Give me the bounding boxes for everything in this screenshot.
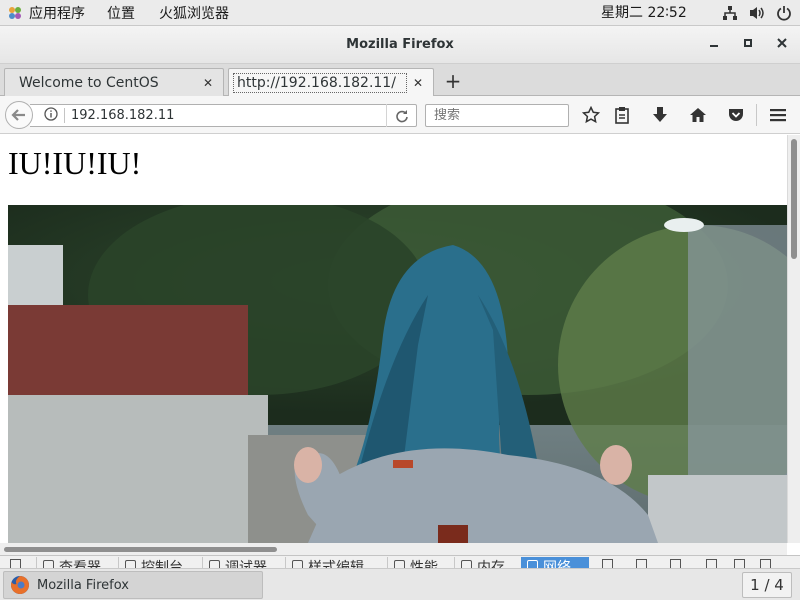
pocket-icon — [729, 109, 743, 121]
reload-button[interactable] — [386, 104, 416, 127]
back-button[interactable] — [5, 101, 33, 129]
devtools-tab-label: 调试器 — [225, 560, 267, 568]
power-icon — [777, 6, 791, 21]
devtools-pick-icon[interactable] — [10, 559, 21, 568]
horizontal-scroll-thumb[interactable] — [4, 547, 277, 552]
places-label: 位置 — [107, 5, 135, 22]
applications-label: 应用程序 — [29, 5, 85, 22]
network-icon — [527, 560, 538, 568]
taskbar-item-firefox[interactable]: Mozilla Firefox — [3, 571, 263, 599]
back-arrow-icon — [11, 109, 25, 121]
devtools-tab-inspector[interactable]: 查看器 — [36, 557, 101, 568]
close-window-button[interactable] — [772, 35, 792, 55]
minimize-button[interactable] — [704, 35, 724, 55]
star-icon — [582, 106, 600, 124]
page-content: IU!IU!IU! — [0, 135, 787, 543]
devtools-tab-debugger[interactable]: 调试器 — [202, 557, 267, 568]
bookmark-star-button[interactable] — [580, 105, 602, 125]
applications-icon — [9, 6, 21, 19]
places-menu[interactable]: 位置 — [93, 0, 143, 26]
window-titlebar[interactable]: Mozilla Firefox — [0, 26, 800, 64]
url-input[interactable] — [65, 108, 386, 123]
volume-icon — [750, 7, 764, 19]
vertical-scroll-thumb[interactable] — [791, 139, 797, 259]
toolbar-separator — [756, 104, 757, 126]
console-icon — [125, 560, 136, 568]
devtools-tab-console[interactable]: 控制台 — [118, 557, 183, 568]
downloads-button[interactable] — [649, 105, 671, 125]
download-arrow-icon — [653, 107, 667, 122]
workspace-indicator[interactable]: 1 / 4 — [742, 572, 792, 598]
window-title: Mozilla Firefox — [346, 37, 454, 52]
pocket-button[interactable] — [725, 105, 747, 125]
devtools-option-icon[interactable] — [760, 559, 771, 568]
devtools-toolbar: 查看器 控制台 调试器 样式编辑 性能 内存 网络 — [0, 555, 800, 568]
home-icon — [690, 108, 706, 122]
firefox-icon — [10, 576, 29, 594]
tab-active-page[interactable]: http://192.168.182.11/ ✕ — [228, 68, 434, 97]
memory-icon — [461, 560, 472, 568]
page-heading: IU!IU!IU! — [8, 145, 142, 181]
gnome-top-bar: 应用程序 位置 火狐浏览器 星期二 22∶52 — [0, 0, 800, 26]
active-app-label: 火狐浏览器 — [159, 5, 229, 22]
maximize-button[interactable] — [738, 35, 758, 55]
search-input[interactable] — [430, 108, 604, 123]
site-info-icon[interactable] — [38, 106, 64, 125]
reading-list-button[interactable] — [611, 105, 633, 125]
hamburger-menu-icon — [770, 109, 786, 122]
taskbar: Mozilla Firefox 1 / 4 — [0, 568, 800, 600]
taskbar-item-label: Mozilla Firefox — [37, 577, 129, 593]
devtools-tab-label: 控制台 — [141, 560, 183, 568]
devtools-tab-performance[interactable]: 性能 — [387, 557, 438, 568]
performance-icon — [394, 560, 405, 568]
applications-menu[interactable]: 应用程序 — [0, 0, 93, 26]
devtools-tab-label: 内存 — [477, 560, 505, 568]
close-icon — [777, 38, 787, 48]
devtools-option-icon[interactable] — [734, 559, 745, 568]
devtools-option-icon[interactable] — [670, 559, 681, 568]
devtools-tab-label: 网络 — [543, 560, 571, 568]
system-menu[interactable] — [722, 0, 792, 26]
clock[interactable]: 星期二 22∶52 — [601, 0, 687, 26]
tab-welcome-centos[interactable]: Welcome to CentOS ✕ — [4, 68, 224, 96]
devtools-tab-label: 查看器 — [59, 560, 101, 568]
active-app-menu[interactable]: 火狐浏览器 — [143, 0, 237, 26]
tab-label: Welcome to CentOS — [19, 74, 159, 91]
debugger-icon — [209, 560, 220, 568]
devtools-tab-label: 性能 — [410, 560, 438, 568]
horizontal-scrollbar[interactable] — [0, 543, 787, 555]
devtools-tab-network[interactable]: 网络 — [521, 557, 589, 568]
clipboard-icon — [615, 107, 629, 124]
open-menu-button[interactable] — [767, 105, 789, 125]
photo-girl-blue-hair — [8, 205, 787, 543]
style-editor-icon — [292, 560, 303, 568]
devtools-tab-label: 样式编辑 — [308, 560, 364, 568]
maximize-icon — [744, 39, 752, 47]
url-bar[interactable] — [30, 104, 417, 127]
tab-close-icon[interactable]: ✕ — [413, 76, 423, 90]
search-bar[interactable] — [425, 104, 604, 127]
vertical-scrollbar[interactable] — [787, 135, 800, 543]
reload-icon — [395, 109, 408, 122]
inspector-icon — [43, 560, 54, 568]
tab-label: http://192.168.182.11/ — [233, 73, 407, 93]
tab-bar: Welcome to CentOS ✕ http://192.168.182.1… — [0, 64, 800, 97]
network-icon — [723, 6, 737, 20]
devtools-tab-style-editor[interactable]: 样式编辑 — [285, 557, 364, 568]
devtools-option-icon[interactable] — [636, 559, 647, 568]
minimize-icon — [710, 45, 718, 47]
home-button[interactable] — [687, 105, 709, 125]
navigation-toolbar — [0, 96, 800, 134]
new-tab-button[interactable]: + — [442, 68, 464, 94]
devtools-option-icon[interactable] — [602, 559, 613, 568]
page-photo — [8, 205, 787, 543]
devtools-tab-memory[interactable]: 内存 — [454, 557, 505, 568]
devtools-option-icon[interactable] — [706, 559, 717, 568]
tab-close-icon[interactable]: ✕ — [203, 76, 213, 90]
